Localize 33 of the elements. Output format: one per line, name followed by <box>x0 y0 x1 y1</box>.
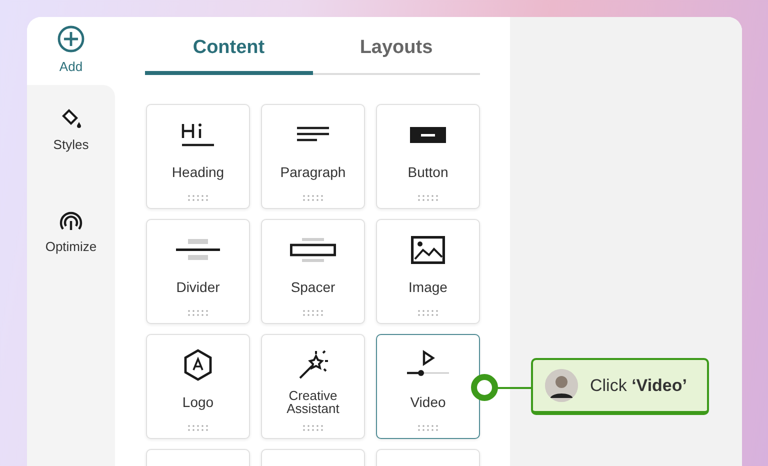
tab[interactable]: Content <box>145 17 312 75</box>
drag-handle-icon[interactable] <box>187 310 209 316</box>
drag-handle-icon[interactable] <box>417 425 439 431</box>
content-block-tile[interactable]: Video <box>376 334 480 439</box>
plus-circle-icon <box>57 25 85 53</box>
drag-handle-icon[interactable] <box>302 195 324 201</box>
tab[interactable]: Layouts <box>312 17 480 75</box>
sidebar-item[interactable]: Optimize <box>27 187 115 466</box>
sidebar-item[interactable]: Styles <box>27 85 115 187</box>
drag-handle-icon[interactable] <box>417 310 439 316</box>
heading-icon <box>181 122 215 148</box>
hexagon-letter-icon <box>183 349 213 381</box>
content-block-tile[interactable]: Spacer <box>261 219 365 324</box>
button-icon <box>410 126 446 144</box>
image-icon <box>411 236 445 264</box>
tooltip-text: Click ‘Video’ <box>590 376 687 396</box>
avatar-icon <box>545 369 578 402</box>
magic-wand-icon <box>298 350 328 380</box>
content-block-tile[interactable]: Heading <box>146 104 250 209</box>
content-block-tile[interactable]: Logo <box>146 334 250 439</box>
drag-handle-icon[interactable] <box>302 425 324 431</box>
content-block-tile[interactable]: Image <box>376 219 480 324</box>
content-block-tile[interactable]: Paragraph <box>261 104 365 209</box>
content-block-tile[interactable]: Divider <box>146 219 250 324</box>
drag-handle-icon[interactable] <box>302 310 324 316</box>
gauge-icon <box>58 209 84 233</box>
content-block-tile[interactable]: Creative Assistant <box>261 334 365 439</box>
divider-icon <box>176 239 220 261</box>
content-block-tile[interactable]: Button <box>376 104 480 209</box>
drag-handle-icon[interactable] <box>187 195 209 201</box>
drag-handle-icon[interactable] <box>417 195 439 201</box>
spacer-icon <box>290 238 336 262</box>
drag-handle-icon[interactable] <box>187 425 209 431</box>
